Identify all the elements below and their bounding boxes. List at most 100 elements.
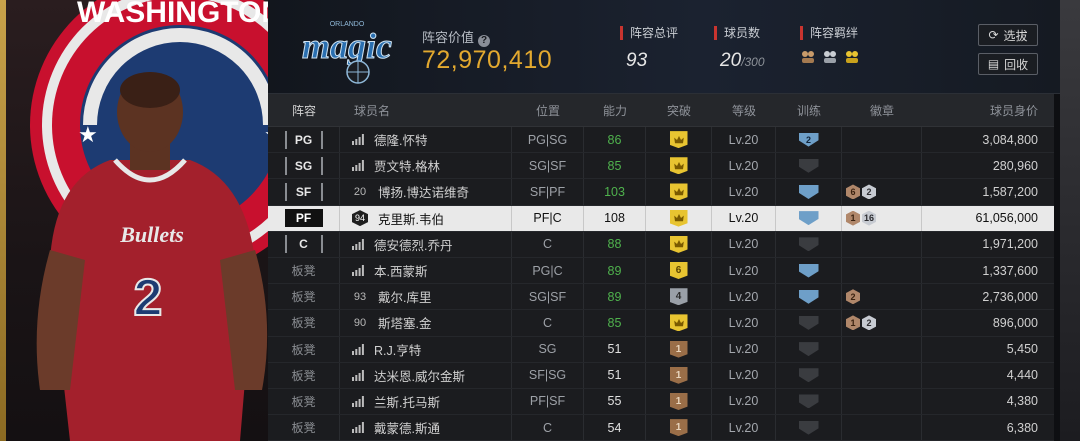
- player-name: 德安德烈.乔丹: [374, 238, 453, 253]
- cell-lineup[interactable]: C: [268, 231, 340, 257]
- bench-label: 板凳: [291, 368, 316, 383]
- chemistry-icon[interactable]: [822, 49, 838, 65]
- recycle-button[interactable]: ▤ 回收: [978, 53, 1038, 75]
- col-training[interactable]: 训练: [776, 94, 842, 126]
- breakthrough-level-icon[interactable]: 1: [669, 340, 688, 358]
- cell-player-name[interactable]: 德隆.怀特: [340, 127, 512, 153]
- cell-level: Lv.20: [712, 231, 776, 257]
- cell-training: [776, 388, 842, 415]
- table-row[interactable]: C 德安德烈.乔丹 C 88 Lv.20 1,971,200: [268, 231, 1054, 258]
- col-name[interactable]: 球员名: [340, 94, 512, 126]
- training-icon[interactable]: [798, 394, 819, 409]
- signal-icon: [352, 395, 364, 407]
- breakthrough-level-icon[interactable]: 1: [669, 366, 688, 384]
- breakthrough-level-icon[interactable]: 1: [669, 392, 688, 410]
- cell-ability: 51: [584, 362, 646, 388]
- cell-training: [776, 153, 842, 179]
- table-row[interactable]: 板凳 R.J.亨特 SG 51 1 Lv.20 5,450: [268, 336, 1054, 363]
- table-row[interactable]: 板凳 戴蒙德.斯通 C 54 1 Lv.20 6,380: [268, 415, 1054, 441]
- table-row[interactable]: 板凳 93 戴尔.库里 SG|SF 89 4 Lv.20 2 2,736,000: [268, 284, 1054, 311]
- select-button[interactable]: ⟳ 选拔: [978, 24, 1038, 46]
- cell-ability: 89: [584, 284, 646, 310]
- crown-icon[interactable]: [669, 183, 688, 201]
- badge-icon[interactable]: 1: [846, 315, 860, 331]
- crown-icon[interactable]: [669, 235, 688, 253]
- cell-player-name[interactable]: 94 克里斯.韦伯: [340, 205, 512, 231]
- badge-icon[interactable]: 2: [846, 289, 860, 305]
- cell-lineup[interactable]: PF: [268, 205, 340, 231]
- cell-lineup[interactable]: 板凳: [268, 336, 340, 362]
- cell-player-name[interactable]: 90 斯塔塞.金: [340, 310, 512, 336]
- col-breakthrough[interactable]: 突破: [646, 94, 712, 126]
- cell-player-name[interactable]: 达米恩.威尔金斯: [340, 362, 512, 388]
- col-position[interactable]: 位置: [512, 94, 584, 126]
- crown-icon[interactable]: [669, 131, 688, 149]
- training-icon[interactable]: [798, 315, 819, 330]
- training-icon[interactable]: [798, 289, 819, 304]
- cell-player-name[interactable]: 德安德烈.乔丹: [340, 231, 512, 257]
- cell-lineup[interactable]: 板凳: [268, 388, 340, 415]
- training-icon[interactable]: [798, 420, 819, 435]
- table-row[interactable]: 板凳 90 斯塔塞.金 C 85 Lv.20 12 896,000: [268, 310, 1054, 337]
- table-row[interactable]: PG 德隆.怀特 PG|SG 86 Lv.20 2 3,084,800: [268, 127, 1054, 154]
- breakthrough-level-icon[interactable]: 1: [669, 419, 688, 437]
- crown-icon[interactable]: [669, 157, 688, 175]
- overall-rating-badge: 94: [352, 210, 368, 227]
- col-ability[interactable]: 能力: [584, 94, 646, 126]
- training-icon[interactable]: [798, 368, 819, 383]
- breakthrough-level-icon[interactable]: 6: [669, 262, 688, 280]
- cell-lineup[interactable]: SG: [268, 153, 340, 179]
- table-row[interactable]: SF 20 博扬.博达诺维奇 SF|PF 103 Lv.20 62 1,587,2…: [268, 179, 1054, 206]
- table-row[interactable]: 板凳 本.西蒙斯 PG|C 89 6 Lv.20 1,337,600: [268, 257, 1054, 285]
- table-row[interactable]: 板凳 达米恩.威尔金斯 SF|SG 51 1 Lv.20 4,440: [268, 362, 1054, 389]
- cell-lineup[interactable]: 板凳: [268, 284, 340, 310]
- training-icon[interactable]: 2: [798, 132, 819, 147]
- col-lineup[interactable]: 阵容: [268, 94, 340, 126]
- ability-value: 108: [604, 211, 625, 226]
- cell-lineup[interactable]: 板凳: [268, 362, 340, 388]
- badge-icon[interactable]: 1: [846, 210, 860, 226]
- badge-icon[interactable]: 2: [862, 184, 876, 200]
- training-icon[interactable]: [798, 158, 819, 173]
- table-row[interactable]: PF 94 克里斯.韦伯 PF|C 108 Lv.20 1 16 61,056,00…: [268, 205, 1054, 232]
- training-icon[interactable]: [798, 211, 819, 226]
- training-icon[interactable]: [798, 342, 819, 357]
- cell-lineup[interactable]: SF: [268, 179, 340, 205]
- col-badges[interactable]: 徽章: [842, 94, 922, 126]
- cell-lineup[interactable]: 板凳: [268, 415, 340, 441]
- table-row[interactable]: SG 贾文特.格林 SG|SF 85 Lv.20 280,960: [268, 153, 1054, 180]
- cell-lineup[interactable]: 板凳: [268, 257, 340, 284]
- cell-breakthrough: [646, 231, 712, 257]
- cell-badges: 62: [842, 179, 922, 205]
- col-value[interactable]: 球员身价: [922, 94, 1054, 126]
- cell-lineup[interactable]: PG: [268, 127, 340, 153]
- col-level[interactable]: 等级: [712, 94, 776, 126]
- cell-player-name[interactable]: 93 戴尔.库里: [340, 284, 512, 310]
- team-value-label: 阵容价值?: [422, 27, 491, 47]
- table-row[interactable]: 板凳 兰斯.托马斯 PF|SF 55 1 Lv.20 4,380: [268, 388, 1054, 416]
- overall-rating: 90: [353, 316, 367, 329]
- training-icon[interactable]: [798, 184, 819, 199]
- cell-player-value: 280,960: [992, 158, 1038, 173]
- cell-position: PG|SG: [512, 127, 584, 153]
- table-header: 阵容 球员名 位置 能力 突破 等级 训练 徽章 球员身价: [268, 94, 1054, 127]
- cell-player-name[interactable]: 20 博扬.博达诺维奇: [340, 179, 512, 205]
- badge-icon[interactable]: 2: [862, 315, 876, 331]
- chemistry-icon[interactable]: [844, 49, 860, 65]
- training-icon[interactable]: [798, 237, 819, 252]
- lineup-slot-tag: PG: [284, 130, 323, 149]
- badge-icon[interactable]: 16: [862, 210, 876, 226]
- chemistry-icon[interactable]: [800, 49, 816, 65]
- breakthrough-level-icon[interactable]: 4: [669, 288, 688, 306]
- svg-text:WASHINGTON: WASHINGTON: [77, 0, 268, 29]
- cell-player-name[interactable]: 兰斯.托马斯: [340, 388, 512, 415]
- cell-lineup[interactable]: 板凳: [268, 310, 340, 336]
- cell-player-name[interactable]: 贾文特.格林: [340, 153, 512, 179]
- training-icon[interactable]: [798, 263, 819, 278]
- badge-icon[interactable]: 6: [846, 184, 860, 200]
- cell-player-name[interactable]: 本.西蒙斯: [340, 257, 512, 284]
- cell-player-name[interactable]: R.J.亨特: [340, 336, 512, 362]
- crown-icon[interactable]: [669, 209, 688, 227]
- cell-player-name[interactable]: 戴蒙德.斯通: [340, 415, 512, 441]
- crown-icon[interactable]: [669, 314, 688, 332]
